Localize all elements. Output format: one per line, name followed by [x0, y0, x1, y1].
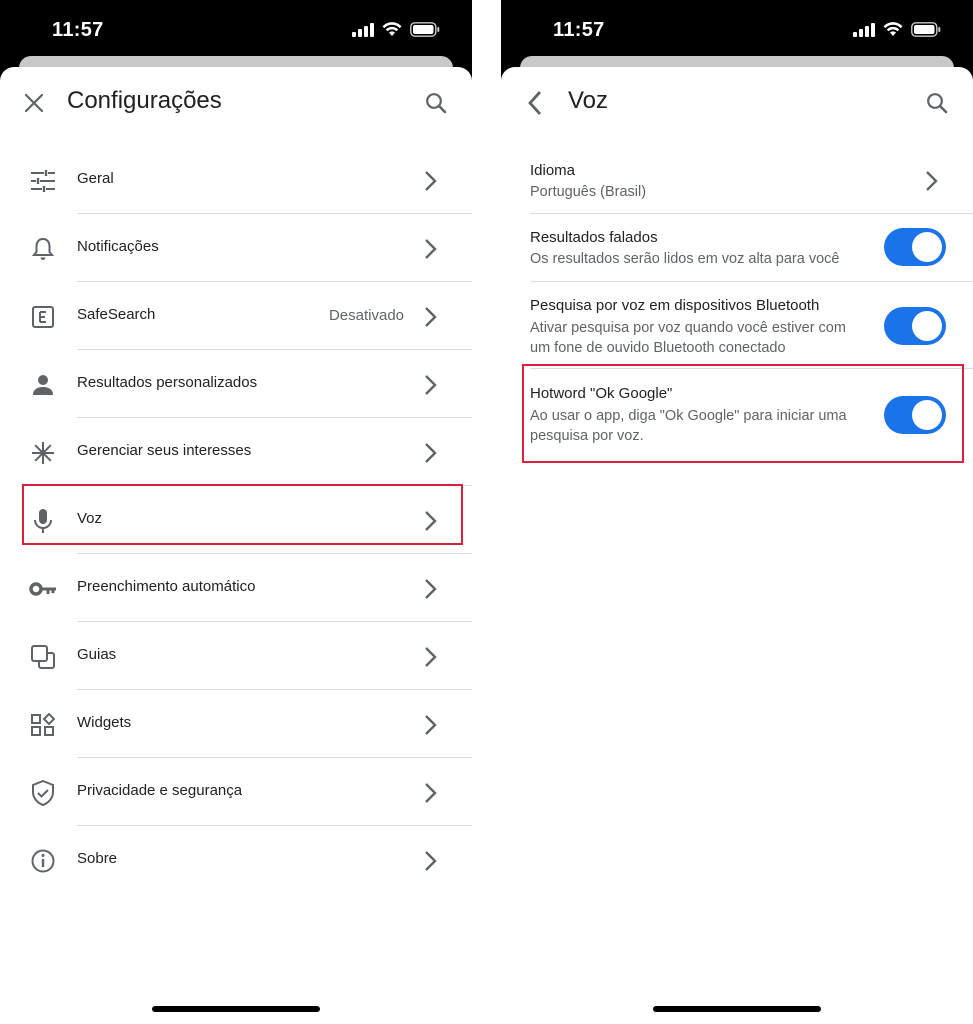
divider [77, 621, 472, 622]
person-icon [28, 370, 58, 400]
shield-check-icon [28, 778, 58, 808]
voice-item-subtitle: Ativar pesquisa por voz quando você esti… [530, 320, 846, 356]
settings-item-label: Geral [77, 170, 114, 187]
chevron-right-icon [425, 579, 437, 599]
chevron-right-icon [425, 647, 437, 667]
status-bar: 11:57 [501, 0, 973, 62]
status-time: 11:57 [553, 19, 605, 41]
search-button[interactable] [422, 89, 450, 117]
settings-item-sobre[interactable]: Sobre [0, 827, 472, 894]
settings-item-label: Gerenciar seus interesses [77, 442, 252, 459]
tune-icon [28, 166, 58, 196]
back-button[interactable] [521, 89, 549, 117]
asterisk-icon [28, 438, 58, 468]
settings-screen: 11:57 Configurações Geral Notificações S… [0, 0, 472, 1024]
signal-icon [853, 22, 875, 37]
settings-item-resultados-personalizados[interactable]: Resultados personalizados [0, 351, 472, 418]
page-title: Configurações [67, 87, 222, 114]
divider [77, 825, 472, 826]
signal-icon [352, 22, 374, 37]
key-icon [28, 574, 58, 604]
divider [77, 417, 472, 418]
voice-item-subtitle: Os resultados serão lidos em voz alta pa… [530, 251, 840, 267]
chevron-right-icon [926, 171, 938, 191]
search-icon [927, 93, 948, 114]
highlight-voz [22, 484, 463, 545]
safesearch-icon [28, 302, 58, 332]
settings-item-privacidade[interactable]: Privacidade e segurança [0, 759, 472, 826]
settings-sheet: Configurações Geral Notificações SafeSea… [0, 67, 472, 1024]
settings-item-notificacoes[interactable]: Notificações [0, 215, 472, 282]
settings-item-label: Resultados personalizados [77, 374, 258, 391]
divider [77, 213, 472, 214]
widgets-icon [28, 710, 58, 740]
divider [77, 757, 472, 758]
wifi-icon [382, 22, 402, 36]
search-icon [426, 93, 447, 114]
chevron-right-icon [425, 239, 437, 259]
settings-item-label: Sobre [77, 850, 118, 867]
voice-settings-screen: 11:57 Voz Idioma Português (Brasil) Resu… [501, 0, 973, 1024]
voice-sheet: Voz Idioma Português (Brasil) Resultados… [501, 67, 973, 1024]
voice-item-idioma[interactable]: Idioma Português (Brasil) [501, 147, 973, 214]
status-time: 11:57 [52, 19, 104, 41]
highlight-hotword [522, 364, 964, 463]
info-icon [28, 846, 58, 876]
settings-item-label: Widgets [77, 714, 132, 731]
battery-icon [911, 22, 941, 37]
settings-item-safesearch[interactable]: SafeSearch Desativado [0, 283, 472, 350]
chevron-right-icon [425, 783, 437, 803]
voice-item-title: Resultados falados [530, 229, 658, 246]
settings-item-label: Preenchimento automático [77, 578, 256, 595]
search-button[interactable] [923, 89, 951, 117]
battery-icon [410, 22, 440, 37]
settings-item-interesses[interactable]: Gerenciar seus interesses [0, 419, 472, 486]
chevron-right-icon [425, 715, 437, 735]
spoken-results-toggle[interactable] [884, 228, 946, 266]
tabs-icon [28, 642, 58, 672]
settings-item-label: SafeSearch [77, 306, 156, 323]
divider [77, 553, 472, 554]
voice-item-subtitle: Português (Brasil) [530, 184, 647, 200]
divider [77, 349, 472, 350]
close-button[interactable] [20, 89, 48, 117]
bell-icon [28, 234, 58, 264]
chevron-right-icon [425, 171, 437, 191]
home-indicator [152, 1006, 320, 1012]
close-icon [25, 94, 43, 112]
chevron-right-icon [425, 851, 437, 871]
safesearch-status: Desativado [328, 307, 404, 324]
settings-item-label: Notificações [77, 238, 159, 255]
settings-item-label: Guias [77, 646, 117, 663]
header: Voz [501, 67, 973, 139]
voice-item-resultados-falados: Resultados falados Os resultados serão l… [501, 214, 973, 282]
settings-item-preenchimento[interactable]: Preenchimento automático [0, 555, 472, 622]
divider [77, 281, 472, 282]
chevron-right-icon [425, 375, 437, 395]
settings-item-geral[interactable]: Geral [0, 147, 472, 214]
divider [77, 689, 472, 690]
chevron-right-icon [425, 443, 437, 463]
home-indicator [653, 1006, 821, 1012]
settings-item-guias[interactable]: Guias [0, 623, 472, 690]
settings-item-label: Privacidade e segurança [77, 782, 243, 799]
chevron-right-icon [425, 307, 437, 327]
voice-item-title: Pesquisa por voz em dispositivos Bluetoo… [530, 297, 820, 314]
settings-item-widgets[interactable]: Widgets [0, 691, 472, 758]
voice-item-bluetooth: Pesquisa por voz em dispositivos Bluetoo… [501, 282, 973, 369]
bluetooth-voice-toggle[interactable] [884, 307, 946, 345]
header: Configurações [0, 67, 472, 139]
voice-item-title: Idioma [530, 162, 576, 179]
page-title: Voz [568, 87, 609, 114]
status-bar: 11:57 [0, 0, 472, 62]
chevron-left-icon [528, 91, 542, 115]
wifi-icon [883, 22, 903, 36]
